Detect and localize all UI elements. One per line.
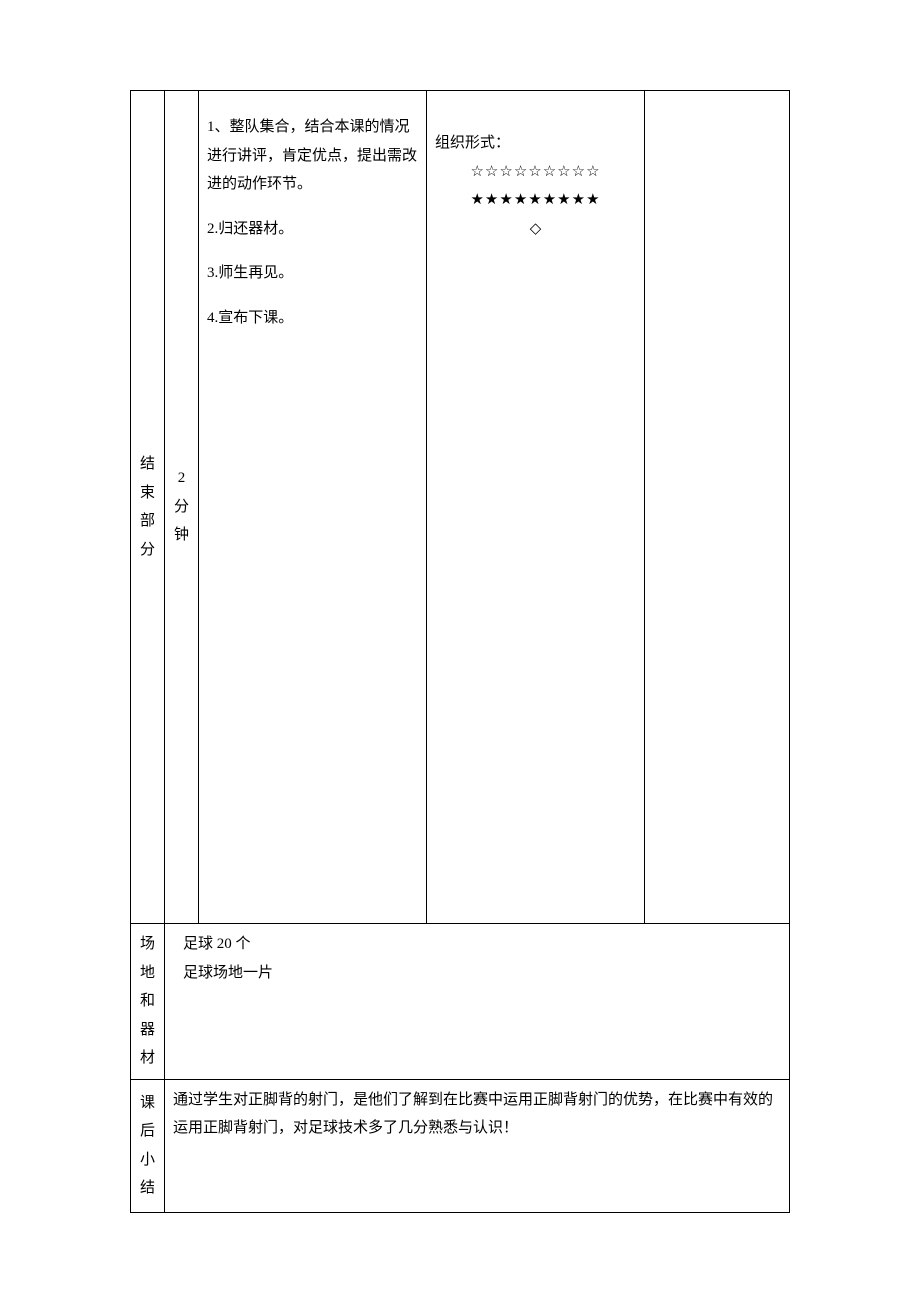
summary-text: 通过学生对正脚背的射门，是他们了解到在比赛中运用正脚背射门的优势，在比赛中有效的… — [173, 1086, 781, 1143]
document-page: 结 束 部 分 2 分 钟 1、整队集合，结合本课的情况进行讲评，肯定优点，提出… — [0, 0, 920, 1303]
equipment-line: 足球场地一片 — [183, 959, 781, 988]
content-item: 4.宣布下课。 — [207, 304, 418, 333]
organization-cell: 组织形式： ☆☆☆☆☆☆☆☆☆ ★★★★★★★★★ ◇ — [427, 91, 645, 924]
content-item: 1、整队集合，结合本课的情况进行讲评，肯定优点，提出需改进的动作环节。 — [207, 113, 418, 199]
table-row: 场 地 和 器 材 足球 20 个 足球场地一片 — [131, 924, 790, 1080]
diamond-icon: ◇ — [435, 215, 636, 244]
content-item: 3.师生再见。 — [207, 259, 418, 288]
table-row: 课 后 小 结 通过学生对正脚背的射门，是他们了解到在比赛中运用正脚背射门的优势… — [131, 1079, 790, 1212]
star-row-filled: ★★★★★★★★★ — [435, 186, 636, 215]
equipment-line: 足球 20 个 — [183, 930, 781, 959]
section-label: 场 地 和 器 材 — [131, 924, 165, 1080]
time-label: 2 分 钟 — [165, 91, 199, 924]
org-title: 组织形式： — [435, 129, 636, 158]
table-row: 结 束 部 分 2 分 钟 1、整队集合，结合本课的情况进行讲评，肯定优点，提出… — [131, 91, 790, 924]
star-row-outline: ☆☆☆☆☆☆☆☆☆ — [435, 158, 636, 187]
content-item: 2.归还器材。 — [207, 215, 418, 244]
section-label: 结 束 部 分 — [131, 91, 165, 924]
summary-cell: 通过学生对正脚背的射门，是他们了解到在比赛中运用正脚背射门的优势，在比赛中有效的… — [165, 1079, 790, 1212]
equipment-cell: 足球 20 个 足球场地一片 — [165, 924, 790, 1080]
lesson-plan-table: 结 束 部 分 2 分 钟 1、整队集合，结合本课的情况进行讲评，肯定优点，提出… — [130, 90, 790, 1213]
content-cell: 1、整队集合，结合本课的情况进行讲评，肯定优点，提出需改进的动作环节。 2.归还… — [199, 91, 427, 924]
section-label: 课 后 小 结 — [131, 1079, 165, 1212]
empty-cell — [645, 91, 790, 924]
